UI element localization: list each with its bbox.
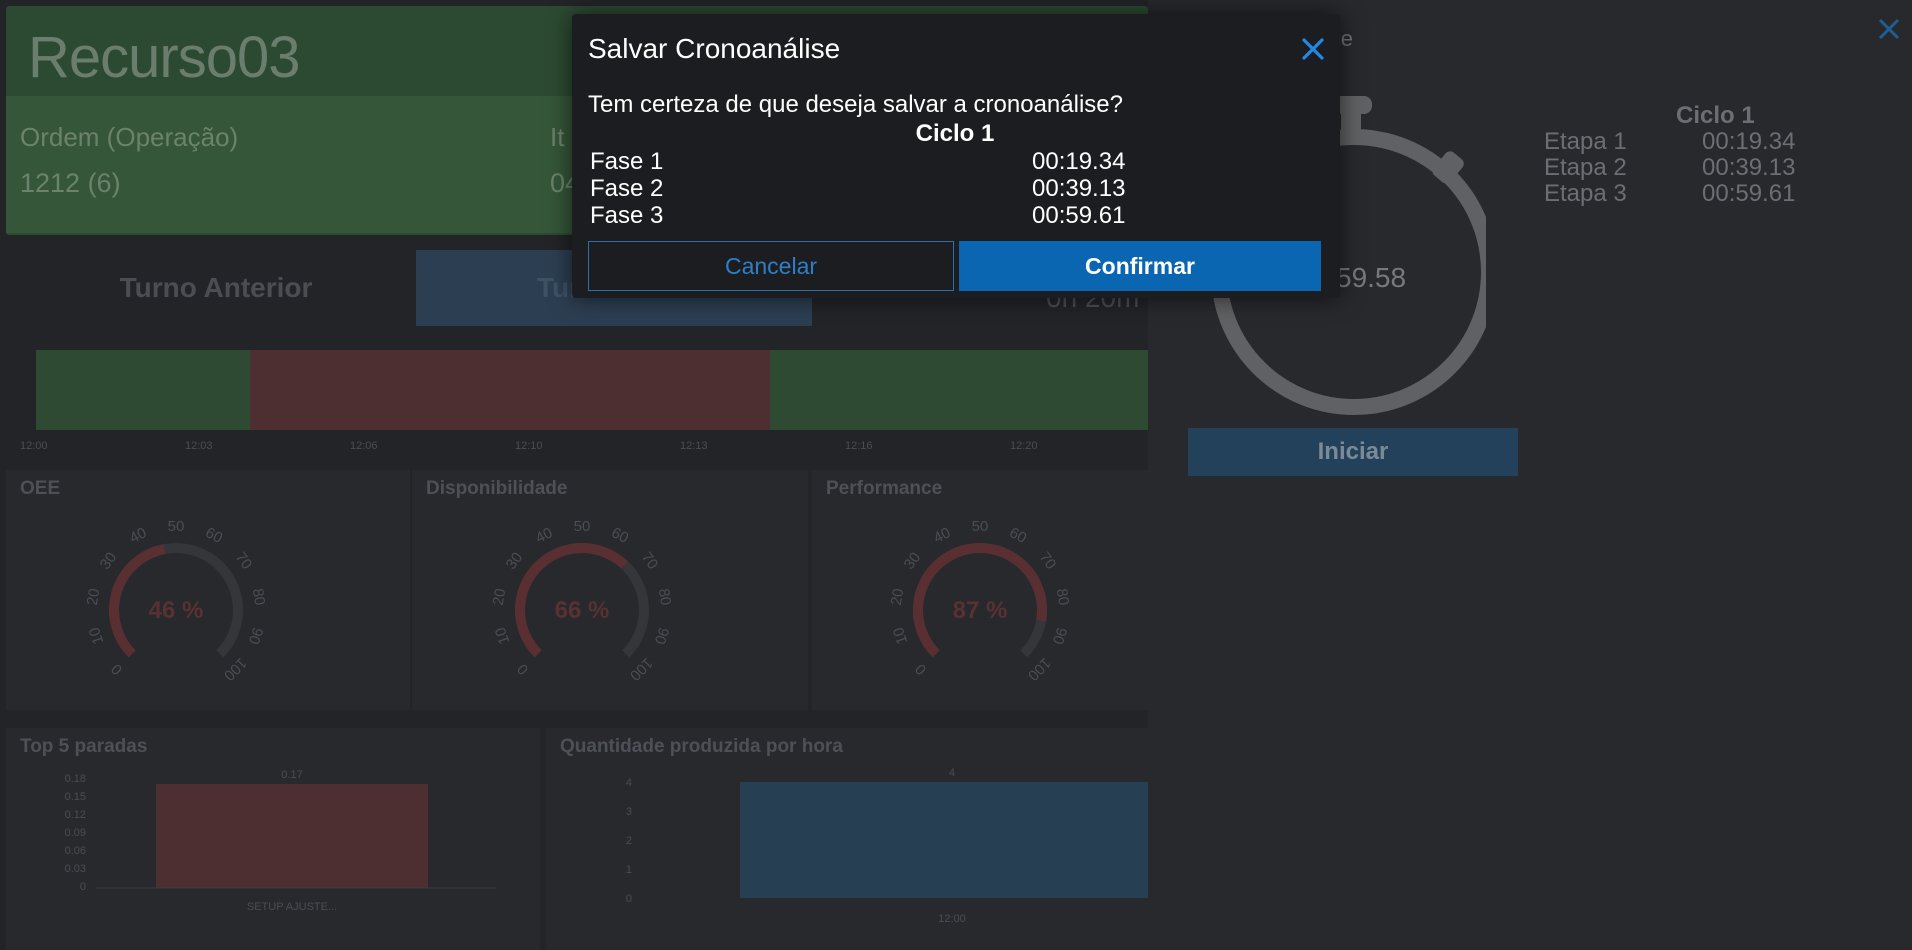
confirm-question: Tem certeza de que deseja salvar a crono… bbox=[588, 91, 1123, 118]
phase-label: Fase 3 bbox=[590, 202, 664, 229]
close-icon[interactable] bbox=[1298, 34, 1328, 64]
dialog-title: Salvar Cronoanálise bbox=[588, 33, 841, 64]
phase-row: Fase 2 00:39.13 bbox=[590, 175, 1310, 203]
phase-time: 00:39.13 bbox=[1032, 175, 1126, 202]
phase-time: 00:19.34 bbox=[1032, 148, 1126, 175]
phase-row: Fase 1 00:19.34 bbox=[590, 148, 1310, 176]
cycle-heading: Ciclo 1 bbox=[572, 120, 1340, 148]
confirm-button[interactable]: Confirmar bbox=[959, 241, 1321, 291]
save-chrono-dialog: Salvar Cronoanálise Tem certeza de que d… bbox=[572, 14, 1340, 298]
phase-label: Fase 1 bbox=[590, 148, 664, 175]
app-root: Recurso03 Ordem (Operação) 1212 (6) It 0… bbox=[0, 0, 1912, 950]
phase-time: 00:59.61 bbox=[1032, 202, 1126, 229]
cycle-heading-text: Ciclo 1 bbox=[915, 120, 995, 147]
cancel-button[interactable]: Cancelar bbox=[588, 241, 954, 291]
phase-row: Fase 3 00:59.61 bbox=[590, 202, 1310, 230]
phase-label: Fase 2 bbox=[590, 175, 664, 202]
